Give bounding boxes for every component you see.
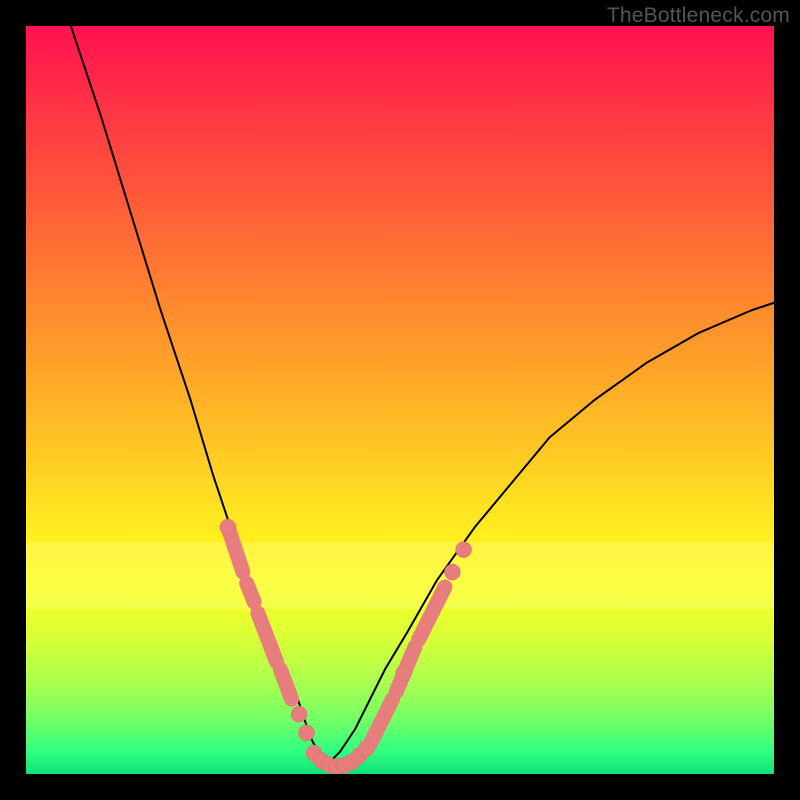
marker-dot xyxy=(444,564,460,580)
marker-dot xyxy=(396,665,412,681)
marker-segment xyxy=(258,613,277,662)
bottleneck-curve-svg xyxy=(26,26,774,774)
marker-segment xyxy=(247,583,254,602)
marker-segment xyxy=(370,699,392,744)
marker-dot xyxy=(456,542,472,558)
marker-dot xyxy=(358,741,374,757)
marker-dot xyxy=(299,725,315,741)
curve-group xyxy=(71,26,774,767)
marker-segment xyxy=(280,669,291,699)
chart-container: TheBottleneck.com xyxy=(0,0,800,800)
watermark-text: TheBottleneck.com xyxy=(607,4,790,28)
marker-dot xyxy=(220,519,236,535)
plot-area xyxy=(26,26,774,774)
marker-dot xyxy=(291,706,307,722)
series-left-branch xyxy=(71,26,325,767)
marker-segment xyxy=(419,587,445,639)
marker-group xyxy=(220,519,472,774)
